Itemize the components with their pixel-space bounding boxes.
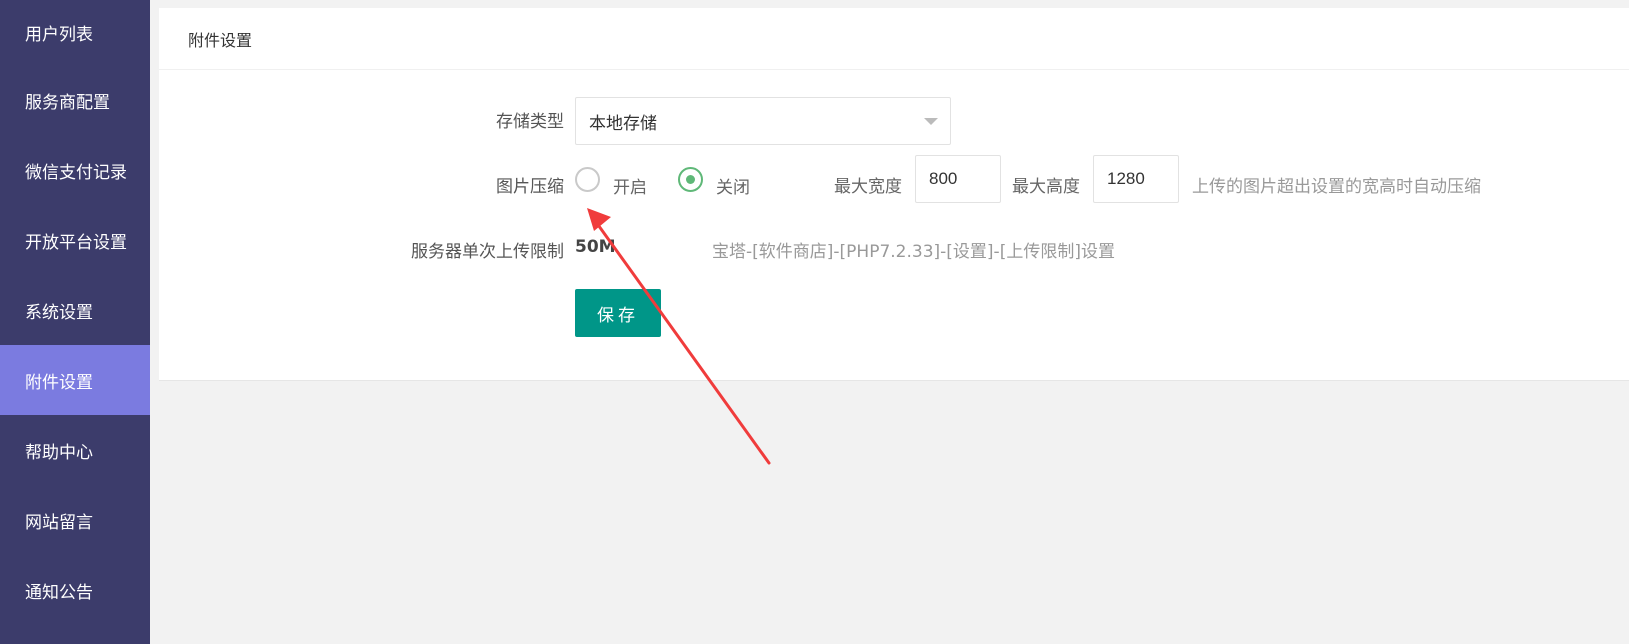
caret-down-icon (924, 118, 938, 125)
max-width-input[interactable] (915, 155, 1001, 203)
compress-hint: 上传的图片超出设置的宽高时自动压缩 (1192, 177, 1481, 197)
sidebar-item-label: 附件设置 (25, 372, 93, 393)
sidebar-item-label: 网站留言 (25, 512, 93, 533)
sidebar-item-label: 开放平台设置 (25, 232, 127, 253)
main-content: 附件设置 存储类型 本地存储 图片压缩 开启 关闭 最大宽度 最大高度 上传的图… (150, 0, 1629, 644)
upload-limit-value: 50M (575, 237, 616, 257)
max-height-input[interactable] (1093, 155, 1179, 203)
compress-off-label[interactable]: 关闭 (716, 173, 750, 198)
sidebar-item-label: 微信支付记录 (25, 162, 127, 183)
compress-off-radio[interactable] (678, 167, 703, 192)
sidebar-item-system-settings[interactable]: 系统设置 (0, 275, 150, 345)
sidebar-item-attachment-settings[interactable]: 附件设置 (0, 345, 150, 415)
image-compress-label: 图片压缩 (496, 177, 564, 197)
sidebar-item-user-list[interactable]: 用户列表 (0, 0, 150, 65)
compress-on-label[interactable]: 开启 (613, 173, 647, 198)
max-height-label: 最大高度 (1012, 177, 1080, 197)
sidebar-item-site-messages[interactable]: 网站留言 (0, 485, 150, 555)
compress-on-radio[interactable] (575, 167, 600, 192)
sidebar-item-open-platform[interactable]: 开放平台设置 (0, 205, 150, 275)
sidebar-item-label: 通知公告 (25, 582, 93, 603)
storage-type-label: 存储类型 (496, 112, 564, 132)
storage-type-select[interactable]: 本地存储 (575, 97, 951, 145)
storage-type-value: 本地存储 (589, 113, 657, 134)
sidebar-item-label: 用户列表 (25, 25, 93, 45)
upload-limit-hint: 宝塔-[软件商店]-[PHP7.2.33]-[设置]-[上传限制]设置 (712, 242, 1115, 262)
max-width-label: 最大宽度 (834, 177, 902, 197)
sidebar-item-label: 服务商配置 (25, 92, 110, 113)
sidebar-item-provider-config[interactable]: 服务商配置 (0, 65, 150, 135)
upload-limit-label: 服务器单次上传限制 (411, 242, 564, 262)
save-button[interactable]: 保存 (575, 289, 661, 337)
attachment-settings-panel: 附件设置 存储类型 本地存储 图片压缩 开启 关闭 最大宽度 最大高度 上传的图… (159, 8, 1629, 381)
sidebar-item-wechat-pay-records[interactable]: 微信支付记录 (0, 135, 150, 205)
sidebar-item-notices[interactable]: 通知公告 (0, 555, 150, 625)
sidebar: 用户列表 服务商配置 微信支付记录 开放平台设置 系统设置 附件设置 帮助中心 … (0, 0, 150, 644)
sidebar-item-label: 系统设置 (25, 302, 93, 323)
panel-title: 附件设置 (159, 8, 1629, 70)
sidebar-item-help-center[interactable]: 帮助中心 (0, 415, 150, 485)
sidebar-item-label: 帮助中心 (25, 442, 93, 463)
